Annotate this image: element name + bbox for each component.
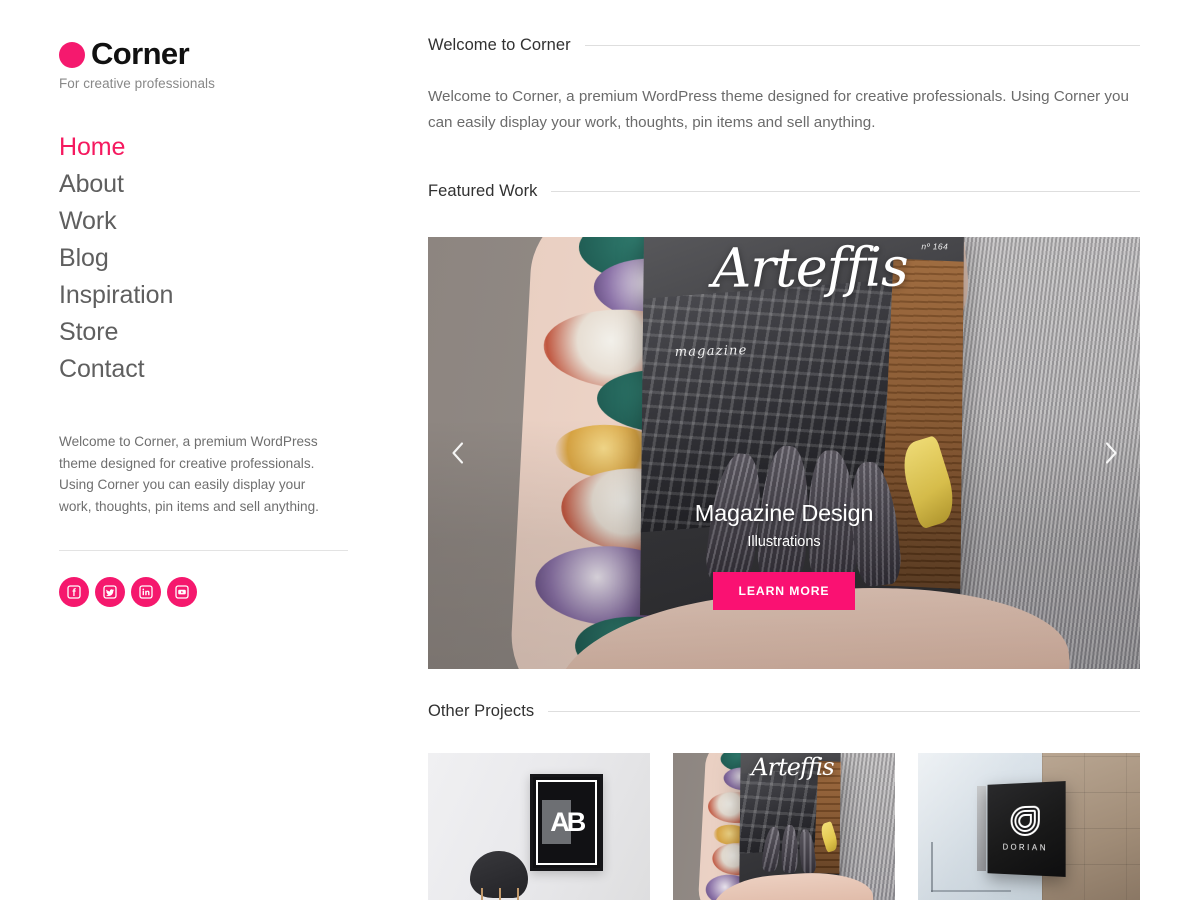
slide-title: Magazine Design bbox=[694, 500, 874, 526]
section-rule bbox=[584, 45, 1140, 46]
project-thumb-arteffis-magazine[interactable]: Arteffis bbox=[673, 753, 895, 900]
brand-logo[interactable]: Corner bbox=[59, 38, 428, 69]
linkedin-icon[interactable] bbox=[131, 577, 161, 607]
sidebar-item-store[interactable]: Store bbox=[59, 314, 428, 351]
projects-grid: AB Arteffis DORIAN bbox=[428, 753, 1140, 900]
sidebar-item-work[interactable]: Work bbox=[59, 203, 428, 240]
brand-name: Corner bbox=[91, 36, 190, 71]
learn-more-button[interactable]: LEARN MORE bbox=[712, 572, 856, 611]
sidebar-item-contact[interactable]: Contact bbox=[59, 351, 428, 388]
sidebar: Corner For creative professionals Home A… bbox=[0, 0, 428, 900]
main-content: Welcome to Corner Welcome to Corner, a p… bbox=[428, 0, 1200, 900]
welcome-section-header: Welcome to Corner bbox=[428, 36, 1140, 55]
sidebar-item-about[interactable]: About bbox=[59, 166, 428, 203]
featured-slider[interactable]: Arteffis magazine nº 164 Magazine Design… bbox=[428, 237, 1140, 669]
thumb-magazine-title: Arteffis bbox=[750, 753, 834, 782]
facebook-icon[interactable] bbox=[59, 577, 89, 607]
social-links bbox=[59, 577, 428, 607]
welcome-body-text: Welcome to Corner, a premium WordPress t… bbox=[428, 88, 1129, 131]
slider-prev-arrow-icon[interactable] bbox=[440, 431, 474, 475]
section-rule bbox=[551, 191, 1140, 192]
slide-subtitle: Illustrations bbox=[747, 534, 821, 551]
sidebar-item-inspiration[interactable]: Inspiration bbox=[59, 277, 428, 314]
brand-dot-icon bbox=[59, 42, 85, 68]
project-thumb-dorian-sign[interactable]: DORIAN bbox=[918, 753, 1140, 900]
twitter-icon[interactable] bbox=[95, 577, 125, 607]
brand-tagline: For creative professionals bbox=[59, 76, 215, 91]
featured-heading: Featured Work bbox=[428, 182, 538, 200]
project-thumb-ab-poster[interactable]: AB bbox=[428, 753, 650, 900]
other-projects-section-header: Other Projects bbox=[428, 702, 1140, 721]
poster-caption: AB bbox=[550, 807, 586, 838]
sidebar-description: Welcome to Corner, a premium WordPress t… bbox=[59, 434, 319, 514]
slider-next-arrow-icon[interactable] bbox=[1094, 431, 1128, 475]
main-navigation: Home About Work Blog Inspiration Store C… bbox=[59, 129, 428, 388]
slide-caption: Magazine Design Illustrations LEARN MORE bbox=[428, 499, 1140, 611]
sidebar-item-blog[interactable]: Blog bbox=[59, 240, 428, 277]
sign-caption: DORIAN bbox=[1002, 842, 1048, 853]
section-rule bbox=[548, 711, 1140, 712]
page-root: Corner For creative professionals Home A… bbox=[0, 0, 1200, 900]
sidebar-item-home[interactable]: Home bbox=[59, 129, 428, 166]
featured-section-header: Featured Work bbox=[428, 182, 1140, 201]
dorian-logo-icon bbox=[1010, 805, 1040, 836]
sidebar-divider bbox=[59, 550, 348, 551]
youtube-icon[interactable] bbox=[167, 577, 197, 607]
other-projects-heading: Other Projects bbox=[428, 702, 535, 720]
welcome-heading: Welcome to Corner bbox=[428, 36, 571, 54]
